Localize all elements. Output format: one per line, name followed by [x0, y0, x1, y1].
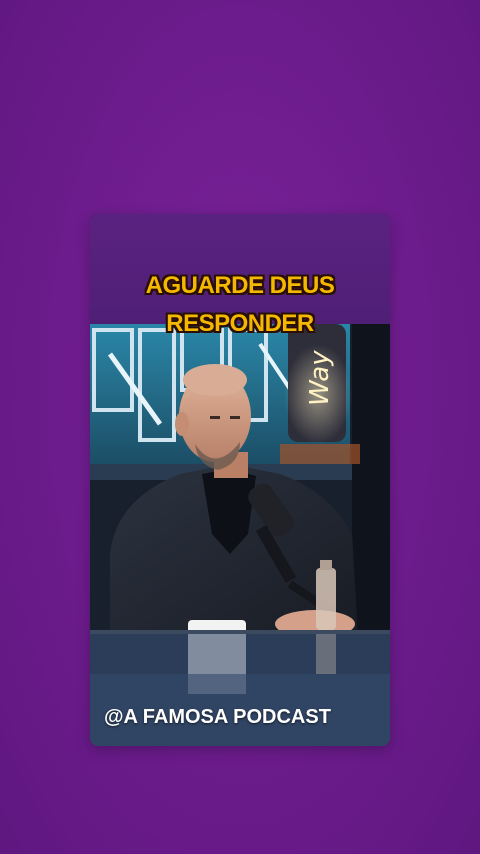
- table-reflection-image: [90, 634, 390, 746]
- bottom-band: [90, 634, 390, 746]
- story-screen: Way AGUARDE DEUS RESPONDER @A FAMOSA POD…: [0, 0, 480, 854]
- podcast-scene-image: Way: [90, 324, 390, 636]
- podcast-handle: @A FAMOSA PODCAST: [104, 706, 331, 728]
- caption-line-1: AGUARDE DEUS: [145, 272, 335, 299]
- video-frame[interactable]: Way: [90, 324, 390, 636]
- video-card[interactable]: Way AGUARDE DEUS RESPONDER @A FAMOSA POD…: [90, 214, 390, 746]
- svg-text:Way: Way: [305, 350, 335, 406]
- top-band: [90, 214, 390, 324]
- caption-line-2: RESPONDER: [166, 310, 314, 337]
